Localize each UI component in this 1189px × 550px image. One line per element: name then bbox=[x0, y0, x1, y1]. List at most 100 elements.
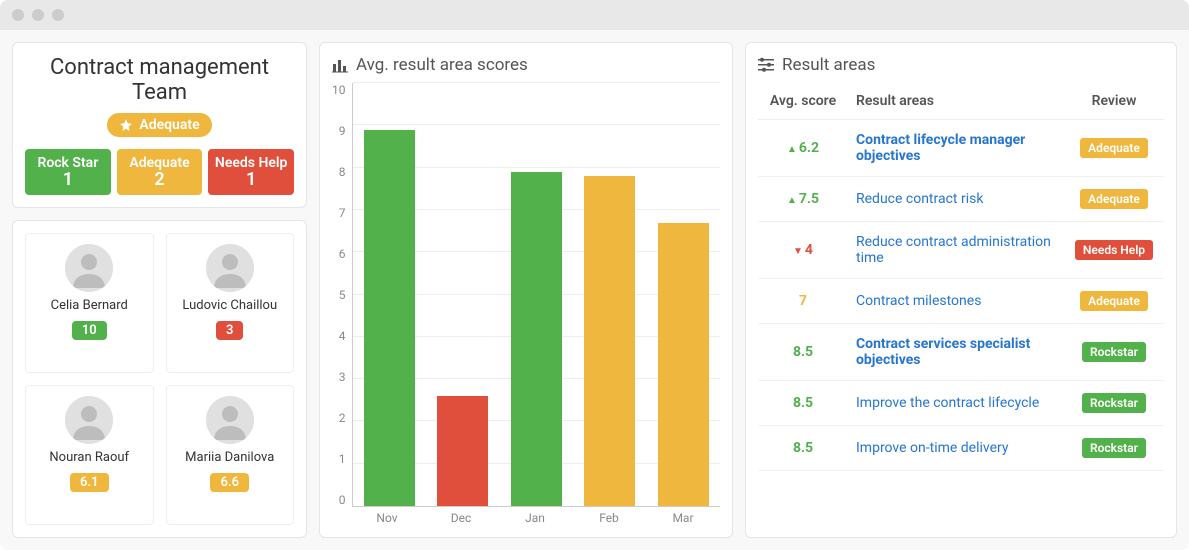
y-tick-label: 4 bbox=[339, 329, 346, 343]
col-header-review: Review bbox=[1064, 83, 1164, 120]
y-tick-label: 9 bbox=[339, 124, 346, 138]
y-tick-label: 8 bbox=[339, 165, 346, 179]
x-tick-label: Feb bbox=[572, 507, 646, 525]
chart-x-axis: NovDecJanFebMar bbox=[350, 507, 720, 525]
bar-slot bbox=[426, 83, 500, 506]
result-area-link[interactable]: Reduce contract administration time bbox=[856, 234, 1051, 266]
sliders-icon bbox=[758, 57, 774, 73]
window-control-dot[interactable] bbox=[32, 9, 44, 21]
team-members-card: Celia Bernard10Ludovic Chaillou3Nouran R… bbox=[12, 220, 307, 538]
bar-slot bbox=[647, 83, 721, 506]
chart-bar[interactable] bbox=[437, 396, 488, 506]
bar-slot bbox=[353, 83, 427, 506]
result-area-link[interactable]: Contract milestones bbox=[856, 293, 981, 309]
team-status-pill: Adequate bbox=[107, 113, 211, 137]
y-tick-label: 2 bbox=[339, 411, 346, 425]
avatar bbox=[206, 244, 254, 292]
table-row: ▲7.5 Reduce contract risk Adequate bbox=[758, 177, 1164, 222]
result-area-link[interactable]: Improve the contract lifecycle bbox=[856, 395, 1039, 411]
avg-score: ▲6.2 bbox=[787, 140, 819, 156]
y-tick-label: 0 bbox=[339, 493, 346, 507]
member-card[interactable]: Mariia Danilova 6.6 bbox=[166, 385, 295, 525]
review-badge: Adequate bbox=[1080, 291, 1148, 311]
review-badge: Rockstar bbox=[1082, 393, 1146, 413]
chart-bar[interactable] bbox=[658, 223, 709, 506]
result-areas-title: Result areas bbox=[782, 55, 875, 75]
y-tick-label: 7 bbox=[339, 206, 346, 220]
review-badge: Adequate bbox=[1080, 189, 1148, 209]
bar-slot bbox=[573, 83, 647, 506]
status-summary-row: Rock Star1Adequate2Needs Help1 bbox=[25, 149, 294, 195]
y-tick-label: 6 bbox=[339, 247, 346, 261]
table-row: 8.5 Improve the contract lifecycle Rocksta… bbox=[758, 381, 1164, 426]
chart-bar[interactable] bbox=[511, 172, 562, 506]
avg-score: ▼4 bbox=[793, 242, 813, 258]
result-area-link[interactable]: Contract services specialist objectives bbox=[856, 336, 1030, 368]
y-tick-label: 5 bbox=[339, 288, 346, 302]
trend-up-icon: ▲ bbox=[787, 195, 797, 206]
dashboard-content: Contract management Team Adequate Rock S… bbox=[0, 30, 1189, 550]
member-name: Mariia Danilova bbox=[173, 450, 288, 465]
x-tick-label: Nov bbox=[350, 507, 424, 525]
x-tick-label: Mar bbox=[646, 507, 720, 525]
chart-bar[interactable] bbox=[364, 130, 415, 506]
status-count: 1 bbox=[29, 171, 107, 189]
bar-chart-icon bbox=[332, 57, 348, 73]
table-row: 8.5 Contract services specialist objectiv… bbox=[758, 324, 1164, 381]
member-score-badge: 6.6 bbox=[210, 473, 249, 492]
left-column: Contract management Team Adequate Rock S… bbox=[12, 42, 307, 538]
chart-bars bbox=[353, 83, 721, 506]
review-badge: Adequate bbox=[1080, 138, 1148, 158]
result-areas-header: Result areas bbox=[758, 55, 1164, 75]
member-name: Ludovic Chaillou bbox=[173, 298, 288, 313]
avg-score: ▲7.5 bbox=[787, 191, 819, 207]
status-count: 1 bbox=[212, 171, 290, 189]
y-tick-label: 3 bbox=[339, 370, 346, 384]
avg-score: 8.5 bbox=[793, 395, 813, 411]
chart-panel-header: Avg. result area scores bbox=[332, 55, 720, 75]
review-badge: Rockstar bbox=[1082, 342, 1146, 362]
review-badge: Needs Help bbox=[1075, 240, 1153, 260]
team-title: Contract management Team bbox=[25, 55, 294, 105]
bar-slot bbox=[500, 83, 574, 506]
member-name: Celia Bernard bbox=[32, 298, 147, 313]
team-status-label: Adequate bbox=[139, 117, 199, 133]
avatar bbox=[65, 396, 113, 444]
chart-plot bbox=[352, 83, 721, 507]
status-count: 2 bbox=[121, 171, 199, 189]
middle-column: Avg. result area scores 109876543210 Nov… bbox=[319, 42, 733, 538]
window-control-dot[interactable] bbox=[12, 9, 24, 21]
trend-up-icon: ▲ bbox=[787, 144, 797, 155]
chart-title: Avg. result area scores bbox=[356, 55, 528, 75]
window-control-dot[interactable] bbox=[52, 9, 64, 21]
chart-bar[interactable] bbox=[584, 176, 635, 506]
status-summary-box[interactable]: Rock Star1 bbox=[25, 149, 111, 195]
avg-score: 8.5 bbox=[793, 344, 813, 360]
result-areas-table: Avg. score Result areas Review ▲6.2Contr… bbox=[758, 83, 1164, 471]
avg-score: 7 bbox=[799, 293, 807, 309]
y-tick-label: 10 bbox=[332, 83, 346, 97]
member-card[interactable]: Nouran Raouf 6.1 bbox=[25, 385, 154, 525]
result-areas-card: Result areas Avg. score Result areas Rev… bbox=[745, 42, 1177, 538]
chart-card: Avg. result area scores 109876543210 Nov… bbox=[319, 42, 733, 538]
window-titlebar bbox=[0, 0, 1189, 30]
chart-area: 109876543210 bbox=[332, 83, 720, 507]
status-summary-box[interactable]: Needs Help1 bbox=[208, 149, 294, 195]
result-area-link[interactable]: Reduce contract risk bbox=[856, 191, 983, 207]
avatar bbox=[206, 396, 254, 444]
x-tick-label: Jan bbox=[498, 507, 572, 525]
team-summary-card: Contract management Team Adequate Rock S… bbox=[12, 42, 307, 208]
right-column: Result areas Avg. score Result areas Rev… bbox=[745, 42, 1177, 538]
table-row: 8.5Improve on-time deliveryRockstar bbox=[758, 426, 1164, 471]
review-badge: Rockstar bbox=[1082, 438, 1146, 458]
member-card[interactable]: Ludovic Chaillou3 bbox=[166, 233, 295, 373]
member-card[interactable]: Celia Bernard10 bbox=[25, 233, 154, 373]
table-row: 7 Contract milestones Adequate bbox=[758, 279, 1164, 324]
col-header-score: Avg. score bbox=[758, 83, 848, 120]
result-area-link[interactable]: Contract lifecycle manager objectives bbox=[856, 132, 1025, 164]
member-name: Nouran Raouf bbox=[32, 450, 147, 465]
member-score-badge: 6.1 bbox=[70, 473, 109, 492]
status-summary-box[interactable]: Adequate2 bbox=[117, 149, 203, 195]
x-tick-label: Dec bbox=[424, 507, 498, 525]
result-area-link[interactable]: Improve on-time delivery bbox=[856, 440, 1009, 456]
